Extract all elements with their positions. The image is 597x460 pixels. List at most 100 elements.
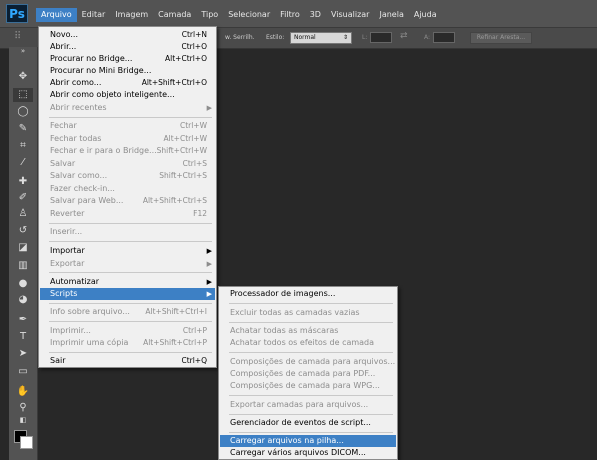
scripts-submenu: Processador de imagens... Excluir todas …: [218, 286, 398, 460]
script-processador-imagens[interactable]: Processador de imagens...: [220, 288, 396, 300]
menuitem-procurar-mini-bridge[interactable]: Procurar no Mini Bridge...: [40, 65, 215, 77]
width-field[interactable]: [370, 32, 392, 43]
script-carregar-arquivos-pilha[interactable]: Carregar arquivos na pilha...: [220, 435, 396, 447]
menu-editar[interactable]: Editar: [77, 8, 111, 22]
menu-items: Arquivo Editar Imagem Camada Tipo Seleci…: [36, 8, 442, 22]
menu-separator: [49, 223, 212, 224]
submenu-arrow-icon: ▶: [206, 260, 212, 268]
menuitem-importar[interactable]: Importar ▶: [40, 245, 215, 257]
menu-camada[interactable]: Camada: [153, 8, 196, 22]
gradient-tool-icon[interactable]: ▥: [13, 259, 33, 273]
type-tool-icon[interactable]: T: [13, 330, 33, 344]
menu-separator: [49, 241, 212, 242]
submenu-arrow-icon: ▶: [206, 290, 212, 298]
menu-separator: [229, 395, 393, 396]
menu-arquivo[interactable]: Arquivo: [36, 8, 77, 22]
menuitem-automatizar[interactable]: Automatizar ▶: [40, 276, 215, 288]
menuitem-salvar-como[interactable]: Salvar como... Shift+Ctrl+S: [40, 170, 215, 182]
quick-select-tool-icon[interactable]: ✎: [13, 122, 33, 136]
antialias-label: w. Serrilh.: [225, 34, 255, 41]
lasso-tool-icon[interactable]: ◯: [13, 105, 33, 119]
menu-ajuda[interactable]: Ajuda: [409, 8, 442, 22]
pen-tool-icon[interactable]: ✒: [13, 313, 33, 327]
refine-edge-button[interactable]: Refinar Aresta...: [470, 32, 532, 44]
path-select-tool-icon[interactable]: ➤: [13, 347, 33, 361]
style-value: Normal: [294, 34, 316, 41]
background-color-swatch[interactable]: [20, 436, 33, 449]
healing-tool-icon[interactable]: ✚: [13, 175, 33, 189]
menu-separator: [229, 303, 393, 304]
stamp-tool-icon[interactable]: ♙: [13, 207, 33, 221]
grip-icon: ⠿: [14, 31, 22, 42]
menuitem-novo[interactable]: Novo... Ctrl+N: [40, 29, 215, 41]
menu-separator: [49, 303, 212, 304]
move-tool-icon[interactable]: ✥: [13, 70, 33, 84]
menu-visualizar[interactable]: Visualizar: [326, 8, 375, 22]
script-exportar-camadas[interactable]: Exportar camadas para arquivos...: [220, 399, 396, 411]
menu-selecionar[interactable]: Selecionar: [223, 8, 275, 22]
menu-separator: [49, 272, 212, 273]
blur-tool-icon[interactable]: ●: [13, 277, 33, 291]
menuitem-exportar[interactable]: Exportar ▶: [40, 258, 215, 270]
style-select[interactable]: Normal ⇕: [290, 32, 352, 44]
script-carregar-dicom[interactable]: Carregar vários arquivos DICOM...: [220, 447, 396, 459]
default-colors-icon[interactable]: ◧: [13, 416, 33, 425]
menu-separator: [49, 117, 212, 118]
hand-tool-icon[interactable]: ✋: [13, 385, 33, 399]
marquee-tool-icon[interactable]: ⬚: [13, 88, 33, 102]
style-label: Estilo:: [266, 34, 285, 41]
script-composicoes-wpg[interactable]: Composições de camada para WPG...: [220, 380, 396, 392]
script-composicoes-pdf[interactable]: Composições de camada para PDF...: [220, 368, 396, 380]
menuitem-reverter[interactable]: Reverter F12: [40, 208, 215, 220]
eraser-tool-icon[interactable]: ◪: [13, 241, 33, 255]
swap-icon[interactable]: ⇄: [400, 31, 408, 41]
menuitem-procurar-bridge[interactable]: Procurar no Bridge... Alt+Ctrl+O: [40, 53, 215, 65]
menuitem-abrir-recentes[interactable]: Abrir recentes ▶: [40, 102, 215, 114]
history-brush-tool-icon[interactable]: ↺: [13, 224, 33, 238]
width-label: L:: [362, 34, 368, 41]
menuitem-fechar[interactable]: Fechar Ctrl+W: [40, 120, 215, 132]
menuitem-abrir-como[interactable]: Abrir como... Alt+Shift+Ctrl+O: [40, 77, 215, 89]
script-achatar-efeitos[interactable]: Achatar todos os efeitos de camada: [220, 337, 396, 349]
dodge-tool-icon[interactable]: ◕: [13, 293, 33, 307]
arquivo-dropdown: Novo... Ctrl+N Abrir... Ctrl+O Procurar no…: [38, 26, 217, 368]
height-label: A:: [424, 34, 431, 41]
menuitem-sair[interactable]: Sair Ctrl+Q: [40, 355, 215, 367]
menu-bar: Ps Arquivo Editar Imagem Camada Tipo Sel…: [0, 0, 597, 28]
menu-separator: [229, 414, 393, 415]
menuitem-inserir[interactable]: Inserir...: [40, 226, 215, 238]
submenu-arrow-icon: ▶: [206, 278, 212, 286]
script-excluir-camadas-vazias[interactable]: Excluir todas as camadas vazias: [220, 307, 396, 319]
eyedropper-tool-icon[interactable]: ⁄: [13, 156, 33, 170]
menuitem-info-sobre-arquivo[interactable]: Info sobre arquivo... Alt+Shift+Ctrl+I: [40, 306, 215, 318]
script-achatar-mascaras[interactable]: Achatar todas as máscaras: [220, 325, 396, 337]
menuitem-fechar-todas[interactable]: Fechar todas Alt+Ctrl+W: [40, 133, 215, 145]
menuitem-abrir-objeto-inteligente[interactable]: Abrir como objeto inteligente...: [40, 89, 215, 101]
menu-separator: [49, 352, 212, 353]
menuitem-imprimir-uma-copia[interactable]: Imprimir uma cópia Alt+Shift+Ctrl+P: [40, 337, 215, 349]
shape-tool-icon[interactable]: ▭: [13, 365, 33, 379]
menu-imagem[interactable]: Imagem: [110, 8, 153, 22]
menu-separator: [49, 321, 212, 322]
script-gerenciador-eventos[interactable]: Gerenciador de eventos de script...: [220, 417, 396, 429]
menuitem-scripts[interactable]: Scripts ▶: [40, 288, 215, 300]
menuitem-imprimir[interactable]: Imprimir... Ctrl+P: [40, 325, 215, 337]
submenu-arrow-icon: ▶: [206, 104, 212, 112]
height-field[interactable]: [433, 32, 455, 43]
menuitem-fazer-check-in[interactable]: Fazer check-in...: [40, 183, 215, 195]
menu-3d[interactable]: 3D: [305, 8, 326, 22]
zoom-tool-icon[interactable]: ⚲: [13, 401, 33, 415]
collapse-icon[interactable]: »: [13, 47, 33, 56]
script-composicoes-arquivos[interactable]: Composições de camada para arquivos...: [220, 356, 396, 368]
menuitem-fechar-ir-bridge[interactable]: Fechar e ir para o Bridge... Shift+Ctrl+W: [40, 145, 215, 157]
menuitem-abrir[interactable]: Abrir... Ctrl+O: [40, 41, 215, 53]
menu-janela[interactable]: Janela: [374, 8, 408, 22]
select-arrows-icon: ⇕: [342, 34, 348, 41]
crop-tool-icon[interactable]: ⌗: [13, 139, 33, 153]
brush-tool-icon[interactable]: ✐: [13, 191, 33, 205]
menu-tipo[interactable]: Tipo: [196, 8, 223, 22]
menuitem-salvar[interactable]: Salvar Ctrl+S: [40, 158, 215, 170]
menu-filtro[interactable]: Filtro: [275, 8, 305, 22]
menu-separator: [229, 322, 393, 323]
menuitem-salvar-para-web[interactable]: Salvar para Web... Alt+Shift+Ctrl+S: [40, 195, 215, 207]
